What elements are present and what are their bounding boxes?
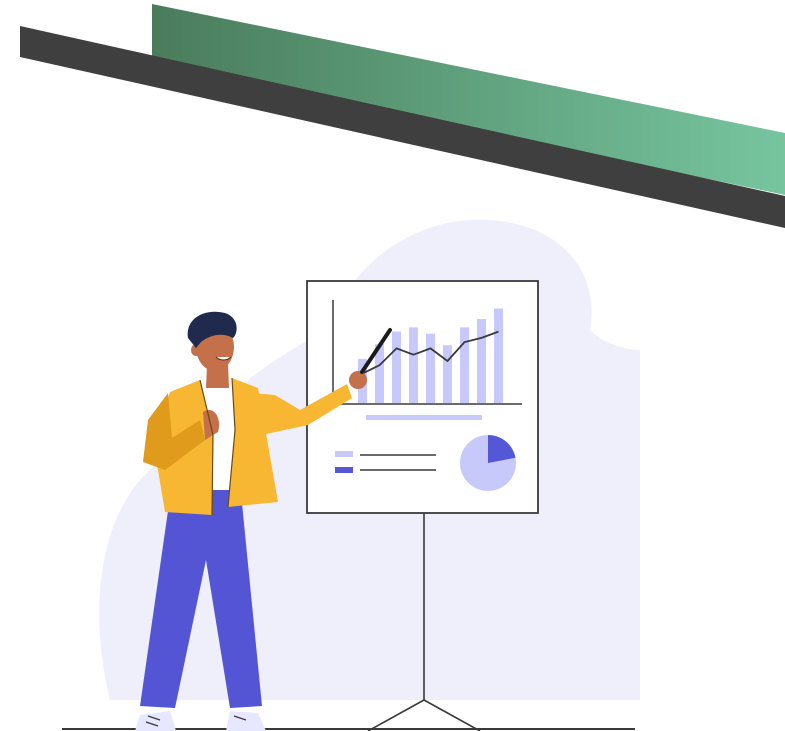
- board-bar: [443, 345, 452, 403]
- presentation-illustration: [20, 4, 785, 731]
- right-shoe: [226, 711, 266, 731]
- board-bar: [460, 327, 469, 403]
- board-bar: [392, 331, 401, 403]
- board-bar: [494, 308, 503, 403]
- pie-chart-icon: [460, 435, 516, 491]
- pointing-hand: [349, 371, 367, 389]
- board-bar: [477, 319, 486, 403]
- legend-swatch-light: [335, 451, 353, 457]
- left-shoe: [135, 711, 176, 731]
- legend-swatch-dark: [335, 467, 353, 473]
- board-caption-bar: [366, 415, 482, 420]
- board-bar: [426, 333, 435, 403]
- board-bar: [409, 327, 418, 403]
